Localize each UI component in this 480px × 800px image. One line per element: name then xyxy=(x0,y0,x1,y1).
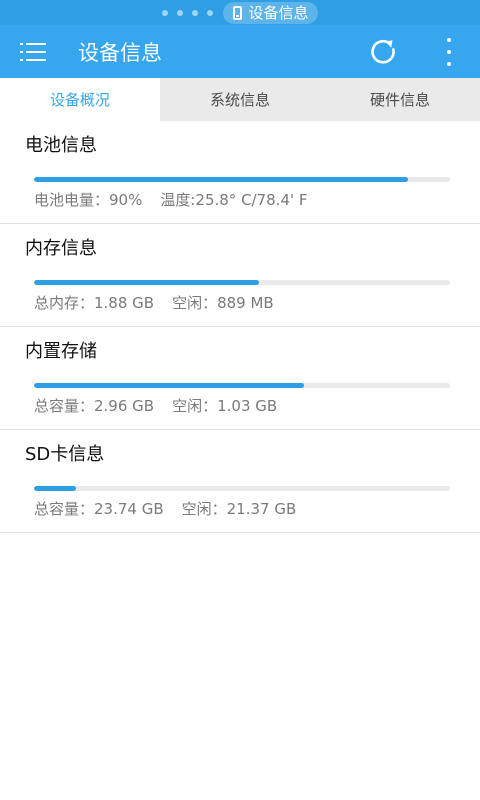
tab-bar: 设备概况 系统信息 硬件信息 xyxy=(0,78,480,121)
page-dot xyxy=(192,9,199,16)
free-capacity: 空闲：1.03 GB xyxy=(172,397,278,415)
tab-hardware-info[interactable]: 硬件信息 xyxy=(320,78,480,121)
status-app-title: 设备信息 xyxy=(248,4,309,22)
card-title: 电池信息 xyxy=(25,135,97,156)
progress-fill xyxy=(34,280,259,285)
progress-track xyxy=(34,280,450,285)
progress-fill xyxy=(34,383,305,388)
card-detail: 电池电量：90% 温度:25.8° C/78.4' F xyxy=(34,189,308,210)
card-detail: 总容量：2.96 GB 空闲：1.03 GB xyxy=(34,395,277,416)
progress-track xyxy=(34,177,450,182)
menu-icon[interactable] xyxy=(20,41,46,63)
free-capacity: 空闲：21.37 GB xyxy=(181,500,297,518)
total-capacity: 总容量：23.74 GB xyxy=(34,500,164,518)
page-dot xyxy=(207,9,214,16)
free-memory: 空闲：889 MB xyxy=(172,294,274,312)
battery-temperature: 温度:25.8° C/78.4' F xyxy=(160,191,308,209)
refresh-icon[interactable] xyxy=(368,37,398,67)
progress-track xyxy=(34,383,450,388)
app-bar: 设备信息 xyxy=(0,25,480,78)
app-title: 设备信息 xyxy=(78,41,162,65)
memory-card: 内存信息 总内存：1.88 GB 空闲：889 MB xyxy=(0,224,480,327)
progress-fill xyxy=(34,486,76,491)
more-vert-icon[interactable] xyxy=(443,36,455,68)
tab-system-info[interactable]: 系统信息 xyxy=(160,78,320,121)
card-title: 内存信息 xyxy=(25,238,97,259)
tab-device-overview[interactable]: 设备概况 xyxy=(0,78,160,121)
progress-fill xyxy=(34,177,409,182)
progress-track xyxy=(34,486,450,491)
battery-level: 电池电量：90% xyxy=(34,191,143,209)
battery-card: 电池信息 电池电量：90% 温度:25.8° C/78.4' F xyxy=(0,121,480,224)
total-memory: 总内存：1.88 GB xyxy=(34,294,155,312)
sd-card-card: SD卡信息 总容量：23.74 GB 空闲：21.37 GB xyxy=(0,430,480,533)
status-bar: 设备信息 xyxy=(0,0,480,25)
page-dot xyxy=(162,9,169,16)
info-list: 电池信息 电池电量：90% 温度:25.8° C/78.4' F 内存信息 总内… xyxy=(0,121,480,533)
status-app-pill: 设备信息 xyxy=(223,1,318,24)
phone-icon xyxy=(233,5,243,20)
page-dot xyxy=(177,9,184,16)
page-indicator-dots xyxy=(162,9,214,16)
internal-storage-card: 内置存储 总容量：2.96 GB 空闲：1.03 GB xyxy=(0,327,480,430)
total-capacity: 总容量：2.96 GB xyxy=(34,397,155,415)
card-detail: 总容量：23.74 GB 空闲：21.37 GB xyxy=(34,498,296,519)
card-title: SD卡信息 xyxy=(25,444,105,465)
card-title: 内置存储 xyxy=(25,341,97,362)
card-detail: 总内存：1.88 GB 空闲：889 MB xyxy=(34,292,274,313)
